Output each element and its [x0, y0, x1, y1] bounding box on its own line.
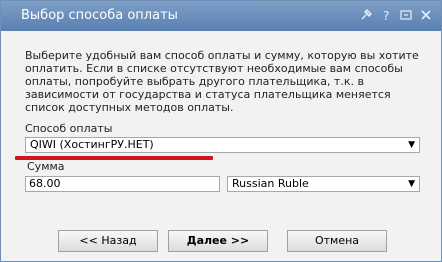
cancel-button[interactable]: Отмена: [287, 230, 387, 252]
dialog-title: Выбор способа оплаты: [21, 8, 178, 23]
currency-select[interactable]: Russian Ruble ▼: [227, 176, 420, 192]
close-icon[interactable]: [419, 8, 433, 22]
pin-icon[interactable]: [359, 8, 373, 22]
restore-icon[interactable]: [399, 8, 413, 22]
help-icon[interactable]: ?: [379, 8, 393, 22]
payment-method-select[interactable]: QIWI (ХостингРУ.НЕТ) ▼: [25, 137, 420, 153]
dropdown-arrow-icon: ▼: [408, 179, 415, 189]
payment-method-value: QIWI (ХостингРУ.НЕТ): [30, 138, 154, 151]
title-bar: Выбор способа оплаты ?: [1, 1, 441, 31]
svg-text:?: ?: [383, 9, 389, 22]
back-button[interactable]: << Назад: [58, 230, 158, 252]
amount-label: Сумма: [27, 160, 65, 173]
next-button[interactable]: Далее >>: [168, 230, 268, 252]
title-icons: ?: [359, 8, 433, 22]
payment-method-label: Способ оплаты: [25, 122, 113, 135]
currency-value: Russian Ruble: [232, 177, 309, 190]
instructions-text: Выберите удобный вам способ оплаты и сум…: [25, 49, 419, 114]
amount-input[interactable]: 68.00: [25, 176, 220, 192]
payment-method-dialog: Выбор способа оплаты ? Выберите удобный …: [0, 0, 442, 262]
dropdown-arrow-icon: ▼: [408, 140, 415, 150]
